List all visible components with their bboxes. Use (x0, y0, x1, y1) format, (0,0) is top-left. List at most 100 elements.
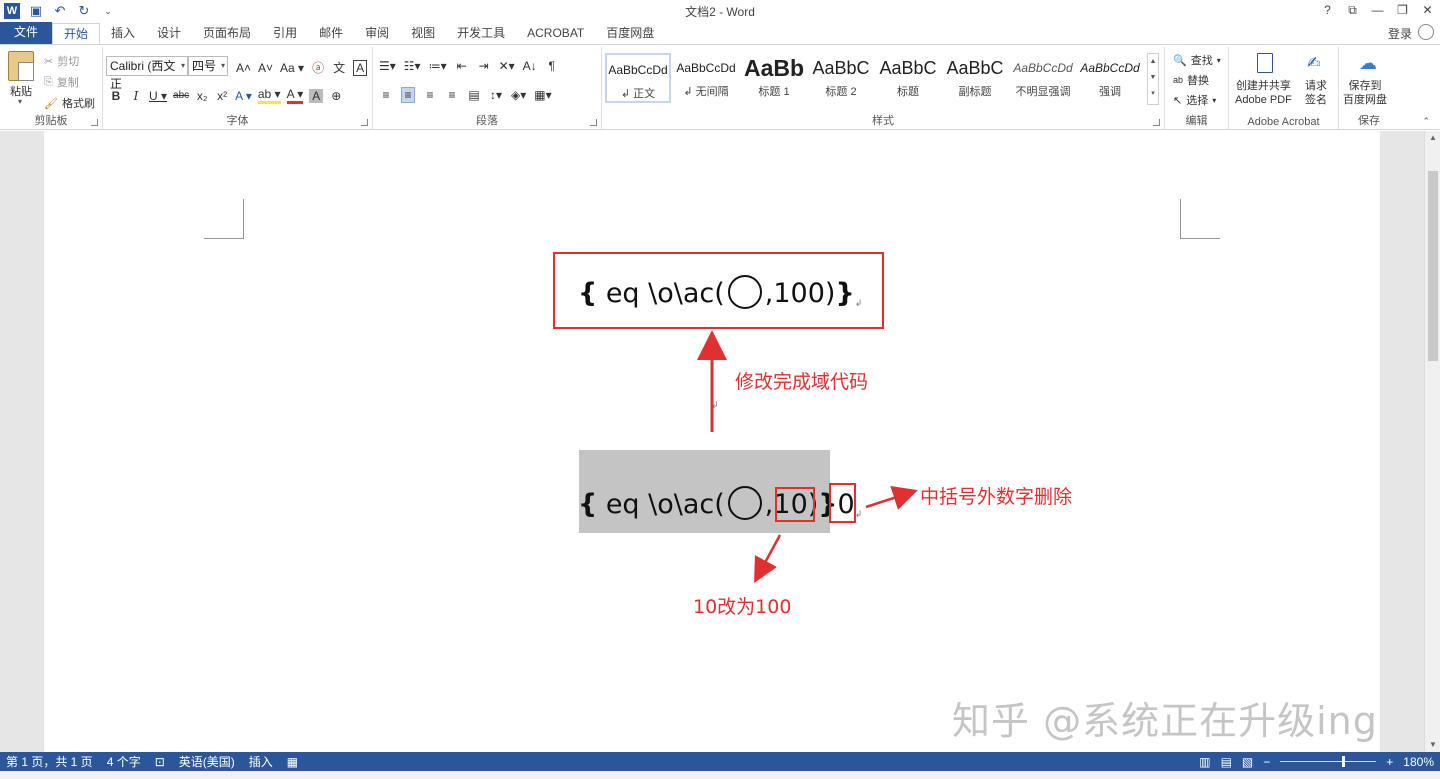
page-count[interactable]: 第 1 页，共 1 页 (6, 753, 93, 770)
scroll-down-icon[interactable]: ▼ (1425, 738, 1440, 752)
collapse-ribbon-icon[interactable]: ⌃ (1422, 116, 1430, 127)
word-logo-icon[interactable]: W (4, 3, 20, 19)
tab-file[interactable]: 文件 (0, 22, 52, 44)
style-no-spacing[interactable]: AaBbCcDd ↲ 无间隔 (673, 53, 739, 103)
font-name-select[interactable]: Calibri (西文正 ▾ (106, 56, 188, 91)
macro-record-icon[interactable]: ▦ (287, 755, 298, 769)
scroll-up-icon[interactable]: ▲ (1425, 131, 1440, 145)
user-icon[interactable] (1418, 24, 1434, 40)
language[interactable]: 英语(美国) (179, 753, 235, 770)
align-right-icon[interactable]: ≡ (423, 88, 437, 102)
decrease-indent-icon[interactable]: ⇤ (455, 59, 469, 73)
completed-field-code[interactable]: { eq \o\ac(,100)}↲ (578, 275, 862, 309)
baidu-pan-icon[interactable]: ☁ (1359, 53, 1377, 74)
tab-references[interactable]: 引用 (262, 23, 308, 44)
bullets-icon[interactable]: ☰▾ (379, 59, 396, 73)
shrink-font-icon[interactable]: A˅ (258, 61, 273, 75)
char-shading-icon[interactable]: A (309, 88, 324, 103)
copy-button[interactable]: ⎘ 复制 (44, 74, 79, 90)
help-button[interactable]: ? (1315, 0, 1340, 22)
superscript-icon[interactable]: x² (215, 89, 229, 103)
style-heading-1[interactable]: AaBb 标题 1 (741, 53, 807, 103)
create-pdf-icon[interactable] (1257, 53, 1273, 73)
login-link[interactable]: 登录 (1388, 25, 1412, 42)
increase-indent-icon[interactable]: ⇥ (477, 59, 491, 73)
style-heading-2[interactable]: AaBbC 标题 2 (808, 53, 874, 103)
clear-format-icon[interactable]: ⓐ (311, 59, 325, 76)
justify-icon[interactable]: ≡ (445, 88, 459, 102)
highlight-icon[interactable]: ab ▾ (257, 87, 281, 104)
zoom-slider-knob[interactable] (1342, 756, 1346, 767)
show-marks-icon[interactable]: ¶ (545, 59, 559, 73)
subscript-icon[interactable]: x₂ (195, 89, 209, 103)
tab-home[interactable]: 开始 (52, 23, 101, 44)
style-subtitle[interactable]: AaBbC 副标题 (942, 53, 1008, 103)
zoom-out-button[interactable]: − (1263, 755, 1270, 769)
line-spacing-icon[interactable]: ↕▾ (489, 88, 503, 102)
italic-icon[interactable]: I (129, 89, 143, 103)
paragraph-launcher-icon[interactable] (590, 119, 597, 126)
save-icon[interactable]: ▣ (28, 3, 44, 19)
style-subtle-emphasis[interactable]: AaBbCcDd 不明显强调 (1010, 53, 1076, 103)
document-page[interactable] (44, 131, 1380, 752)
zoom-level[interactable]: 180% (1403, 755, 1434, 769)
font-launcher-icon[interactable] (361, 119, 368, 126)
char-border-icon[interactable]: A (353, 59, 368, 76)
read-mode-icon[interactable]: ▥ (1199, 755, 1210, 769)
bold-icon[interactable]: B (109, 89, 123, 103)
customize-qat-icon[interactable]: ⌄ (100, 6, 116, 17)
word-count[interactable]: 4 个字 (107, 753, 141, 770)
select-button[interactable]: ↖ 选择 ▾ (1173, 92, 1216, 108)
numbering-icon[interactable]: ☷▾ (404, 59, 421, 73)
tab-developer[interactable]: 开发工具 (446, 23, 516, 44)
chinese-layout-icon[interactable]: ✕▾ (499, 59, 515, 73)
cut-button[interactable]: ✂ 剪切 (44, 53, 79, 69)
format-painter-button[interactable]: 🖌 格式刷 (44, 95, 95, 111)
zoom-in-button[interactable]: + (1386, 755, 1393, 769)
vertical-scrollbar[interactable]: ▲ ▼ (1424, 131, 1440, 752)
distributed-icon[interactable]: ▤ (467, 88, 481, 102)
replace-button[interactable]: ab 替换 (1173, 72, 1209, 88)
request-signature-button[interactable]: 请求 签名 (1305, 79, 1327, 107)
save-to-baidu-button[interactable]: 保存到 百度网盘 (1343, 79, 1387, 107)
print-layout-icon[interactable]: ▤ (1221, 755, 1232, 769)
styles-launcher-icon[interactable] (1153, 119, 1160, 126)
tab-mailings[interactable]: 邮件 (308, 23, 354, 44)
font-color-icon[interactable]: A ▾ (286, 87, 304, 104)
styles-gallery-scroll[interactable]: ▲ ▼ ▾ (1147, 53, 1159, 105)
align-left-icon[interactable]: ≡ (379, 88, 393, 102)
phonetic-guide-icon[interactable]: 文 (332, 59, 346, 76)
style-title[interactable]: AaBbC 标题 (875, 53, 941, 103)
minimize-button[interactable]: — (1365, 0, 1390, 22)
scroll-thumb[interactable] (1428, 171, 1438, 361)
redo-icon[interactable]: ↻ (76, 3, 92, 19)
align-center-icon[interactable]: ≡ (401, 87, 415, 103)
change-case-icon[interactable]: Aa ▾ (280, 61, 304, 75)
shading-icon[interactable]: ◈▾ (511, 88, 526, 102)
style-emphasis[interactable]: AaBbCcDd 强调 (1077, 53, 1143, 103)
clipboard-launcher-icon[interactable] (91, 119, 98, 126)
tab-insert[interactable]: 插入 (100, 23, 146, 44)
tab-acrobat[interactable]: ACROBAT (516, 23, 595, 44)
style-normal[interactable]: AaBbCcDd ↲ 正文 (605, 53, 671, 103)
web-layout-icon[interactable]: ▧ (1242, 755, 1253, 769)
tab-view[interactable]: 视图 (400, 23, 446, 44)
original-field-code[interactable]: { eq \o\ac(,10)}0↲ (578, 486, 862, 520)
grow-font-icon[interactable]: A˄ (236, 61, 251, 75)
underline-icon[interactable]: U ▾ (149, 89, 167, 103)
ribbon-display-button[interactable]: ⧉ (1340, 0, 1365, 22)
insert-mode[interactable]: 插入 (249, 753, 273, 770)
tab-review[interactable]: 审阅 (354, 23, 400, 44)
tab-design[interactable]: 设计 (146, 23, 192, 44)
paste-dropdown-icon[interactable]: ▾ (18, 97, 22, 106)
find-button[interactable]: 🔍 查找 ▾ (1173, 52, 1221, 68)
zoom-slider[interactable] (1280, 756, 1377, 767)
borders-icon[interactable]: ▦▾ (534, 88, 551, 102)
enclose-char-icon[interactable]: ⊕ (329, 89, 343, 103)
proofing-icon[interactable]: ⊡ (155, 755, 165, 769)
tab-baidu-pan[interactable]: 百度网盘 (595, 23, 665, 44)
signature-icon[interactable]: ✍ (1307, 53, 1325, 73)
font-size-select[interactable]: 四号 ▾ (188, 56, 228, 76)
close-button[interactable]: ✕ (1415, 0, 1440, 22)
undo-icon[interactable]: ↶ (52, 3, 68, 19)
